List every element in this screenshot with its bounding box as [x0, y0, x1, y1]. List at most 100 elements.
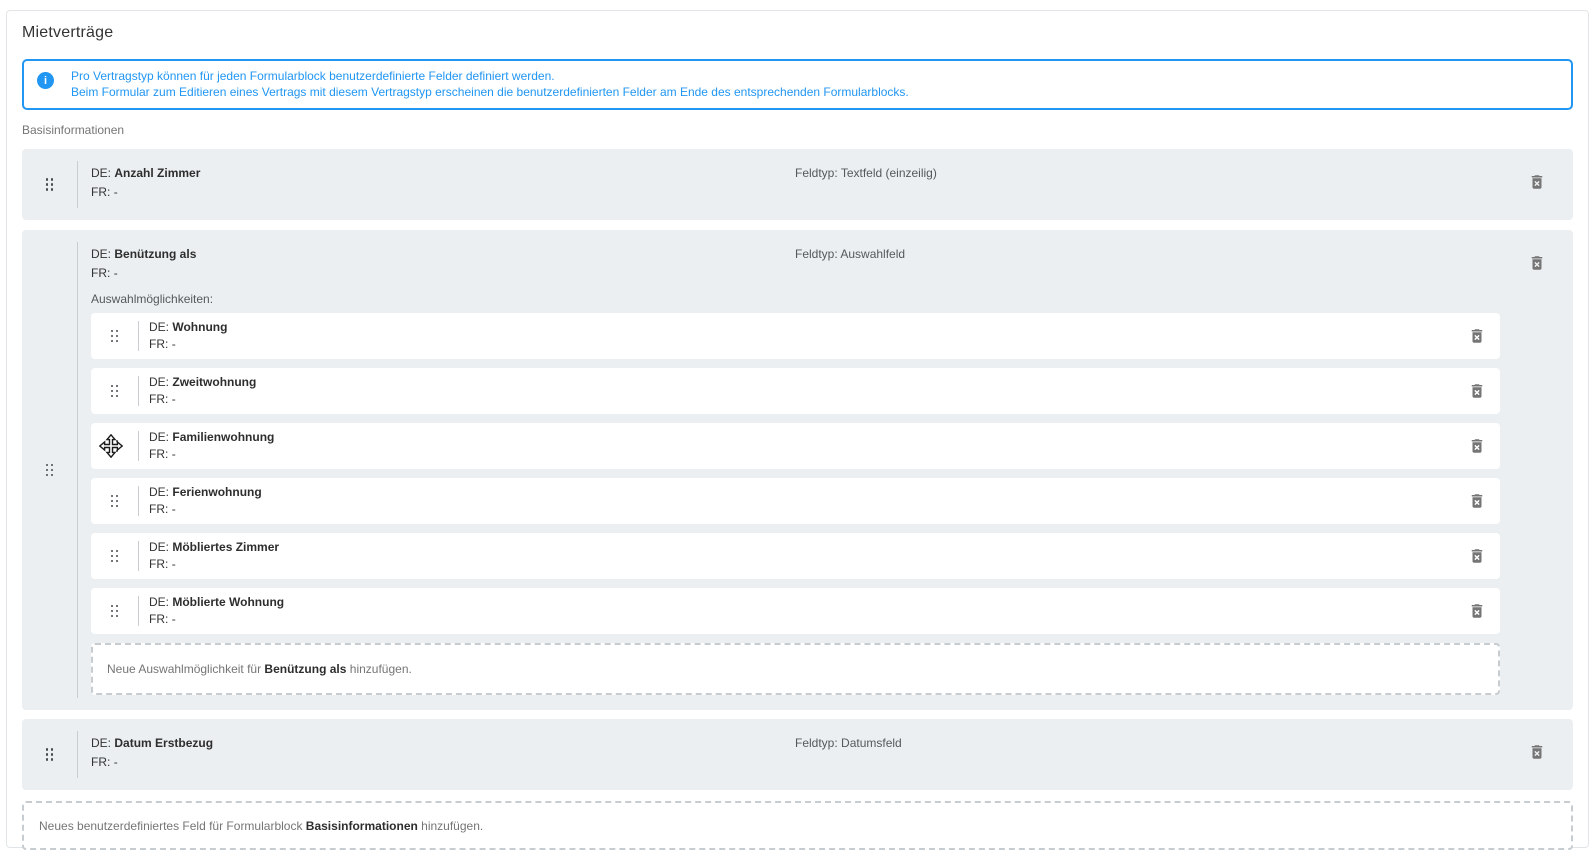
feldtyp-value: Datumsfeld: [841, 736, 902, 750]
delete-forever-icon: [1468, 382, 1486, 400]
fr-label: FR:: [91, 185, 110, 199]
feldtyp-label: Feldtyp:: [795, 736, 838, 750]
info-banner-text: Pro Vertragstyp können für jeden Formula…: [71, 67, 909, 100]
drag-handle-icon: [46, 748, 54, 761]
de-label: DE:: [149, 375, 169, 389]
delete-field-button[interactable]: [1528, 743, 1546, 761]
drag-handle[interactable]: [22, 719, 77, 790]
field-type: Feldtyp: Auswahlfeld: [795, 247, 1500, 280]
delete-option-button[interactable]: [1468, 437, 1486, 455]
info-icon: i: [37, 72, 54, 89]
field-names: DE: Datum Erstbezug FR: -: [91, 736, 795, 775]
custom-field-card-benuetzung-als: DE: Benützung als FR: - Feldtyp: Auswahl…: [22, 230, 1573, 710]
add-field-suffix: hinzufügen.: [418, 819, 483, 833]
add-option-field-name: Benützung als: [264, 662, 346, 676]
option-name-fr: -: [172, 612, 176, 626]
field-type: Feldtyp: Textfeld (einzeilig): [795, 166, 1473, 205]
add-field-button[interactable]: Neues benutzerdefiniertes Feld für Formu…: [22, 801, 1573, 850]
drag-handle-icon: [111, 440, 119, 453]
option-name-fr: -: [172, 337, 176, 351]
option-name-de: Wohnung: [172, 320, 227, 334]
option-row-zweitwohnung: DE: Zweitwohnung FR: -: [91, 368, 1500, 414]
add-option-button[interactable]: Neue Auswahlmöglichkeit für Benützung al…: [91, 643, 1500, 695]
feldtyp-label: Feldtyp:: [795, 166, 838, 180]
delete-forever-icon: [1468, 492, 1486, 510]
de-label: DE:: [91, 247, 111, 261]
delete-field-button[interactable]: [1528, 173, 1546, 191]
de-label: DE:: [149, 320, 169, 334]
de-label: DE:: [149, 595, 169, 609]
drag-handle-icon: [111, 330, 119, 343]
custom-field-card-anzahl-zimmer: DE: Anzahl Zimmer FR: - Feldtyp: Textfel…: [22, 149, 1573, 220]
field-name-de: Datum Erstbezug: [114, 736, 213, 750]
drag-handle[interactable]: [91, 588, 138, 634]
option-name-de: Möbliertes Zimmer: [172, 540, 279, 554]
field-name-fr: -: [114, 266, 118, 280]
fr-label: FR:: [91, 266, 110, 280]
drag-handle-icon: [46, 464, 54, 477]
option-name-fr: -: [172, 447, 176, 461]
delete-forever-icon: [1468, 437, 1486, 455]
option-names: DE: Möblierte Wohnung FR: -: [139, 588, 284, 634]
field-names: DE: Anzahl Zimmer FR: -: [91, 166, 795, 205]
delete-option-button[interactable]: [1468, 547, 1486, 565]
drag-handle[interactable]: [91, 423, 138, 469]
delete-forever-icon: [1468, 602, 1486, 620]
option-names: DE: Familienwohnung FR: -: [139, 423, 274, 469]
option-name-fr: -: [172, 502, 176, 516]
form-block-label: Basisinformationen: [22, 123, 1573, 137]
field-names: DE: Benützung als FR: -: [91, 247, 795, 280]
fr-label: FR:: [149, 557, 168, 571]
option-name-de: Familienwohnung: [172, 430, 274, 444]
de-label: DE:: [91, 166, 111, 180]
add-field-block-name: Basisinformationen: [306, 819, 418, 833]
de-label: DE:: [149, 485, 169, 499]
drag-handle[interactable]: [22, 230, 77, 710]
drag-handle[interactable]: [91, 533, 138, 579]
option-name-de: Ferienwohnung: [172, 485, 261, 499]
field-name-de: Benützung als: [114, 247, 196, 261]
option-row-wohnung: DE: Wohnung FR: -: [91, 313, 1500, 359]
delete-forever-icon: [1528, 254, 1546, 272]
add-field-text: Neues benutzerdefiniertes Feld für Formu…: [39, 819, 483, 833]
drag-handle-icon: [111, 385, 119, 398]
drag-handle[interactable]: [91, 313, 138, 359]
delete-forever-icon: [1468, 327, 1486, 345]
field-name-fr: -: [114, 185, 118, 199]
info-line-1: Pro Vertragstyp können für jeden Formula…: [71, 69, 909, 85]
fr-label: FR:: [149, 392, 168, 406]
delete-forever-icon: [1528, 743, 1546, 761]
option-row-ferienwohnung: DE: Ferienwohnung FR: -: [91, 478, 1500, 524]
delete-option-button[interactable]: [1468, 602, 1486, 620]
info-line-2: Beim Formular zum Editieren eines Vertra…: [71, 85, 909, 101]
drag-handle[interactable]: [91, 368, 138, 414]
delete-option-button[interactable]: [1468, 492, 1486, 510]
option-name-de: Zweitwohnung: [172, 375, 256, 389]
feldtyp-label: Feldtyp:: [795, 247, 838, 261]
drag-handle-icon: [111, 605, 119, 618]
add-option-text: Neue Auswahlmöglichkeit für Benützung al…: [107, 662, 412, 676]
fr-label: FR:: [149, 502, 168, 516]
page-title: Mietverträge: [22, 23, 1573, 42]
de-label: DE:: [91, 736, 111, 750]
option-names: DE: Ferienwohnung FR: -: [139, 478, 262, 524]
add-field-prefix: Neues benutzerdefiniertes Feld für Formu…: [39, 819, 306, 833]
fr-label: FR:: [149, 447, 168, 461]
delete-option-button[interactable]: [1468, 327, 1486, 345]
option-names: DE: Wohnung FR: -: [139, 313, 227, 359]
delete-field-button[interactable]: [1528, 254, 1546, 272]
feldtyp-value: Auswahlfeld: [840, 247, 905, 261]
feldtyp-value: Textfeld (einzeilig): [841, 166, 937, 180]
field-name-de: Anzahl Zimmer: [114, 166, 200, 180]
add-option-suffix: hinzufügen.: [346, 662, 411, 676]
option-name-fr: -: [172, 557, 176, 571]
option-name-fr: -: [172, 392, 176, 406]
option-row-moeblierte-wohnung: DE: Möblierte Wohnung FR: -: [91, 588, 1500, 634]
fr-label: FR:: [149, 612, 168, 626]
drag-handle[interactable]: [91, 478, 138, 524]
delete-option-button[interactable]: [1468, 382, 1486, 400]
custom-field-card-datum-erstbezug: DE: Datum Erstbezug FR: - Feldtyp: Datum…: [22, 719, 1573, 790]
fr-label: FR:: [149, 337, 168, 351]
drag-handle[interactable]: [22, 149, 77, 220]
option-row-moebliertes-zimmer: DE: Möbliertes Zimmer FR: -: [91, 533, 1500, 579]
